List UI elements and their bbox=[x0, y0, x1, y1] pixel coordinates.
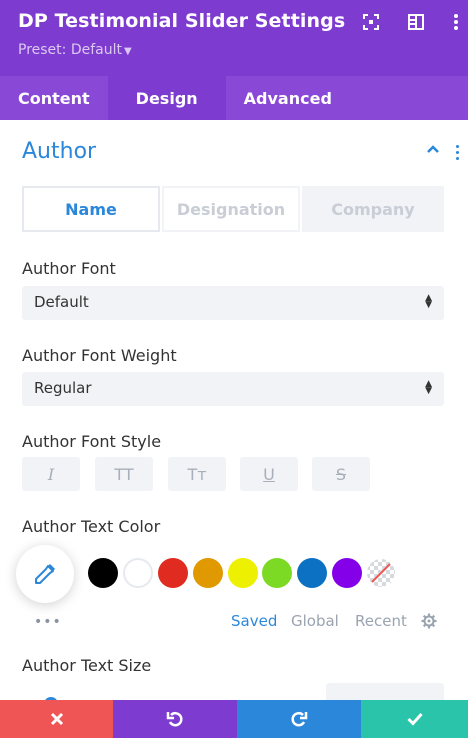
subtab-name[interactable]: Name bbox=[22, 186, 160, 232]
color-picker-button[interactable] bbox=[16, 545, 74, 603]
tab-design[interactable]: Design bbox=[107, 76, 226, 120]
swatch-purple[interactable] bbox=[332, 558, 362, 588]
expand-icon[interactable] bbox=[361, 12, 381, 32]
swatch-yellow[interactable] bbox=[228, 558, 258, 588]
undo-button[interactable] bbox=[113, 700, 237, 738]
gear-icon[interactable] bbox=[421, 613, 437, 629]
capitalize-button[interactable]: Tт bbox=[168, 457, 226, 491]
underline-icon: U bbox=[263, 464, 275, 484]
author-font-weight-value: Regular bbox=[34, 379, 92, 397]
swatch-black[interactable] bbox=[88, 558, 118, 588]
redo-button[interactable] bbox=[237, 700, 361, 738]
section-menu-icon[interactable] bbox=[456, 145, 460, 163]
caret-down-icon: ▼ bbox=[123, 46, 132, 57]
cancel-button[interactable] bbox=[0, 700, 113, 738]
swatch-green[interactable] bbox=[262, 558, 292, 588]
tab-content[interactable]: Content bbox=[0, 76, 108, 120]
color-tab-recent[interactable]: Recent bbox=[355, 612, 407, 630]
subtab-company[interactable]: Company bbox=[302, 186, 444, 232]
author-subtabs: Name Designation Company bbox=[22, 186, 444, 232]
color-tab-global[interactable]: Global bbox=[291, 612, 339, 630]
redo-icon bbox=[291, 711, 308, 727]
swatch-blue[interactable] bbox=[297, 558, 327, 588]
author-font-weight-select[interactable]: Regular ▲ ▼ bbox=[22, 372, 444, 406]
author-font-value: Default bbox=[34, 293, 89, 311]
settings-panel: Author Name Designation Company Author F… bbox=[0, 120, 468, 711]
no-color-swatch-icon[interactable] bbox=[366, 558, 396, 588]
close-icon bbox=[50, 712, 63, 726]
split-layout-icon[interactable] bbox=[406, 12, 426, 32]
underline-button[interactable]: U bbox=[240, 457, 298, 491]
select-arrows-icon: ▲ ▼ bbox=[425, 379, 432, 396]
uppercase-icon: TT bbox=[114, 464, 134, 484]
more-options-icon[interactable]: ••• bbox=[34, 614, 62, 630]
italic-button[interactable]: I bbox=[22, 457, 80, 491]
author-text-size-label: Author Text Size bbox=[22, 656, 152, 675]
uppercase-button[interactable]: TT bbox=[95, 457, 153, 491]
italic-icon: I bbox=[47, 464, 55, 484]
eyedropper-icon bbox=[35, 563, 56, 584]
author-font-select[interactable]: Default ▲ ▼ bbox=[22, 286, 444, 320]
check-icon bbox=[406, 712, 423, 726]
preset-label: Preset: Default bbox=[18, 42, 122, 58]
subtab-designation[interactable]: Designation bbox=[162, 186, 300, 232]
more-icon[interactable] bbox=[446, 12, 466, 32]
modal-title: DP Testimonial Slider Settings bbox=[18, 10, 346, 32]
select-arrows-icon: ▲ ▼ bbox=[425, 293, 432, 310]
color-tab-saved[interactable]: Saved bbox=[231, 612, 277, 630]
save-button[interactable] bbox=[361, 700, 468, 738]
preset-dropdown[interactable]: Preset: Default ▼ bbox=[18, 42, 132, 58]
chevron-up-icon[interactable] bbox=[426, 144, 440, 154]
tab-advanced[interactable]: Advanced bbox=[226, 76, 350, 120]
author-font-weight-label: Author Font Weight bbox=[22, 346, 177, 365]
capitalize-icon: Tт bbox=[187, 464, 207, 484]
author-font-label: Author Font bbox=[22, 259, 116, 278]
strikethrough-button[interactable]: S bbox=[312, 457, 370, 491]
author-font-style-label: Author Font Style bbox=[22, 432, 162, 451]
modal-header: DP Testimonial Slider Settings Preset: D… bbox=[0, 0, 468, 76]
swatch-orange[interactable] bbox=[193, 558, 223, 588]
undo-icon bbox=[166, 711, 183, 727]
main-tabs: Content Design Advanced bbox=[0, 76, 468, 120]
modal-footer bbox=[0, 700, 468, 738]
section-title[interactable]: Author bbox=[22, 139, 96, 164]
swatch-white[interactable] bbox=[123, 558, 153, 588]
author-text-color-label: Author Text Color bbox=[22, 517, 161, 536]
swatch-red[interactable] bbox=[158, 558, 188, 588]
strikethrough-icon: S bbox=[335, 464, 347, 484]
